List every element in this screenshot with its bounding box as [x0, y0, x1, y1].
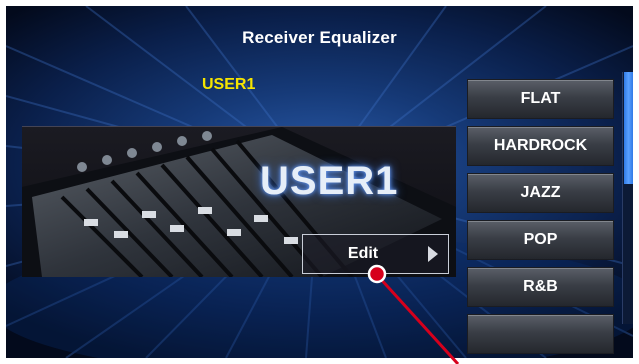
edit-button-label: Edit: [347, 245, 379, 262]
chevron-right-icon: [428, 246, 438, 262]
preset-button-next[interactable]: [467, 314, 614, 354]
preset-button-flat[interactable]: FLAT: [467, 79, 614, 119]
preset-button-hardrock[interactable]: HARDROCK: [467, 126, 614, 166]
preset-button-rnb[interactable]: R&B: [467, 267, 614, 307]
current-preset-name: USER1: [202, 76, 256, 93]
edit-button[interactable]: Edit: [302, 234, 449, 274]
preset-list: FLAT HARDROCK JAZZ POP R&B: [467, 79, 627, 358]
preset-button-jazz[interactable]: JAZZ: [467, 173, 614, 213]
screen-title: Receiver Equalizer: [242, 28, 397, 47]
preset-button-pop[interactable]: POP: [467, 220, 614, 260]
preset-scrollbar[interactable]: [622, 72, 633, 324]
equalizer-screen: Receiver Equalizer USER1 USER1 Edit FLAT…: [6, 6, 633, 358]
scrollbar-thumb[interactable]: [624, 72, 633, 184]
preset-image-label: USER1: [260, 159, 399, 203]
